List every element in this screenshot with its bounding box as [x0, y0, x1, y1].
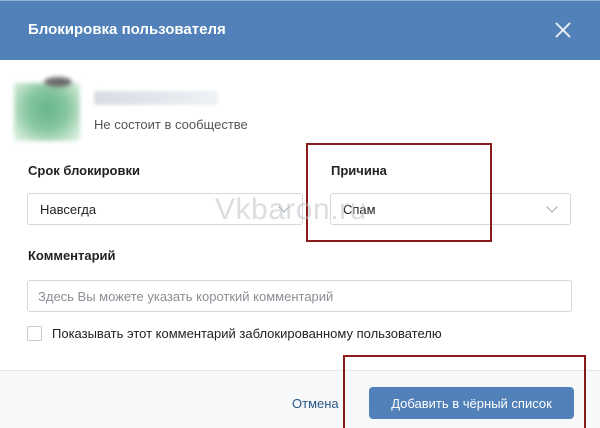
comment-input[interactable] [27, 280, 572, 312]
dialog-title: Блокировка пользователя [28, 21, 226, 38]
show-comment-label: Показывать этот комментарий заблокирован… [52, 326, 442, 341]
block-duration-label: Срок блокировки [28, 163, 140, 178]
comment-label: Комментарий [28, 248, 116, 263]
avatar[interactable] [14, 83, 80, 141]
dialog-header: Блокировка пользователя [0, 0, 600, 60]
user-status: Не состоит в сообществе [94, 117, 248, 132]
show-comment-checkbox[interactable] [27, 326, 42, 341]
chevron-down-icon [546, 201, 558, 213]
submit-highlight-frame [343, 355, 586, 428]
close-icon[interactable] [552, 19, 574, 41]
watermark: Vkbaron.ru [215, 193, 367, 226]
show-comment-row[interactable]: Показывать этот комментарий заблокирован… [27, 326, 442, 341]
avatar-edge [44, 77, 72, 87]
cancel-button[interactable]: Отмена [292, 396, 339, 411]
user-name-blurred[interactable] [94, 91, 218, 105]
block-duration-value: Навсегда [40, 202, 97, 217]
header-divider [0, 60, 600, 62]
